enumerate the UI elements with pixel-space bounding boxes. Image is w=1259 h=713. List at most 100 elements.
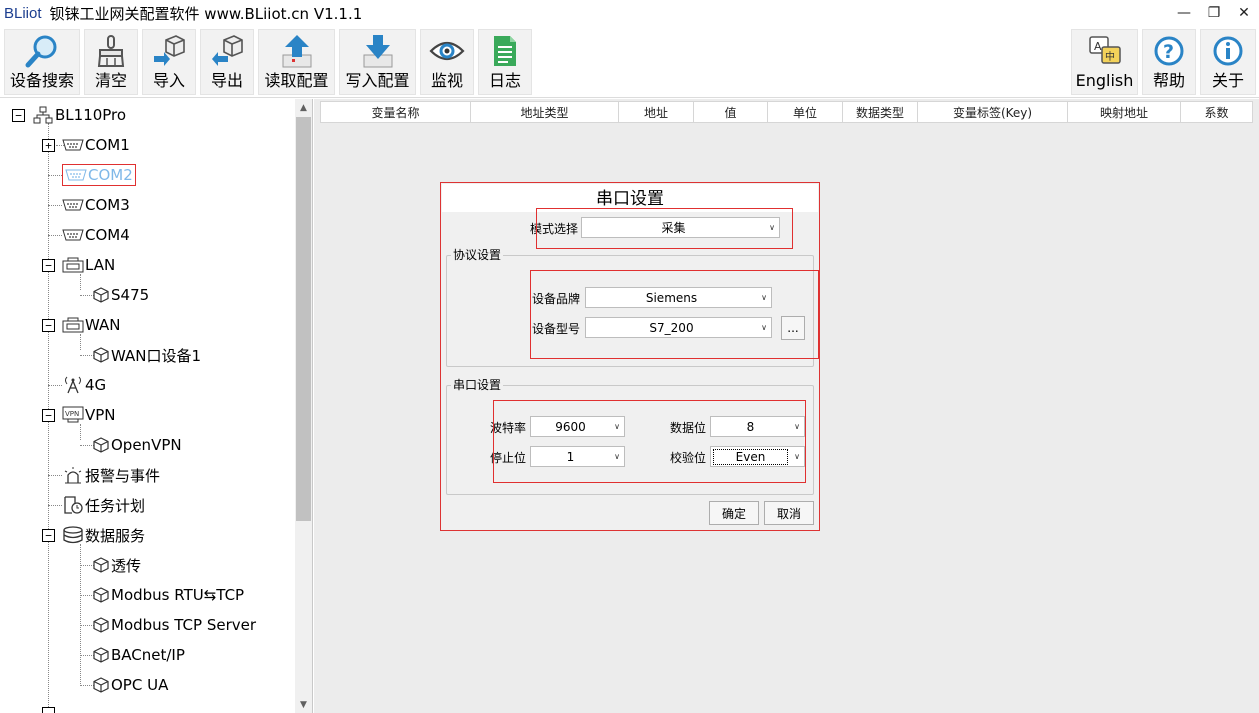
- tree-label: 任务计划: [85, 496, 146, 515]
- serial-group-legend: 串口设置: [451, 376, 504, 393]
- tree-item-opc-ua[interactable]: OPC UA: [92, 673, 168, 697]
- device-search-button[interactable]: 设备搜索: [4, 29, 80, 95]
- eye-icon: [427, 32, 467, 70]
- tree-item-passthrough[interactable]: 透传: [92, 553, 141, 577]
- alarm-icon: [62, 466, 84, 484]
- log-button[interactable]: 日志: [478, 29, 532, 95]
- english-button[interactable]: A中 English: [1071, 29, 1138, 95]
- tree-label: COM3: [85, 196, 130, 214]
- column-header[interactable]: 单位: [768, 102, 843, 122]
- tree-item-openvpn[interactable]: OpenVPN: [92, 433, 182, 457]
- tree-item-schedule[interactable]: 任务计划: [62, 493, 145, 517]
- serial-port-icon: [65, 166, 87, 184]
- tree-scrollbar[interactable]: ▲ ▼: [295, 99, 312, 713]
- toolbar-label: 日志: [488, 71, 521, 90]
- toolbar-label: 帮助: [1152, 71, 1185, 90]
- tree-label: COM4: [85, 226, 130, 244]
- tree-item-4g[interactable]: 4G: [62, 373, 106, 397]
- device-cube-icon: [92, 346, 110, 364]
- tree-item-modbus-rtu-tcp[interactable]: Modbus RTU⇆TCP: [92, 583, 244, 607]
- tree-label: BACnet/IP: [111, 646, 185, 664]
- tree-label: OPC UA: [111, 676, 169, 694]
- scroll-down-icon[interactable]: ▼: [295, 696, 312, 713]
- collapse-toggle[interactable]: −: [42, 409, 55, 422]
- tree-item-s475[interactable]: S475: [92, 283, 149, 307]
- tree-label: 4G: [85, 376, 107, 394]
- restore-button[interactable]: ❐: [1199, 0, 1229, 26]
- monitor-button[interactable]: 监视: [420, 29, 474, 95]
- highlight-box-mode: [536, 208, 793, 249]
- tree-item-lan[interactable]: LAN: [62, 253, 115, 277]
- tree-connector: [48, 475, 62, 476]
- read-config-button[interactable]: 读取配置: [258, 29, 335, 95]
- vpn-icon: VPN: [62, 406, 84, 424]
- serial-port-icon: [62, 196, 84, 214]
- window-title: 钡铼工业网关配置软件 www.BLiiot.cn V1.1.1: [49, 4, 363, 23]
- tree-item-com3[interactable]: COM3: [62, 193, 130, 217]
- collapse-toggle[interactable]: −: [12, 109, 25, 122]
- close-button[interactable]: ✕: [1229, 0, 1259, 26]
- column-header[interactable]: 变量标签(Key): [918, 102, 1068, 122]
- protocol-group-legend: 协议设置: [451, 246, 504, 263]
- ok-button[interactable]: 确定: [709, 501, 759, 525]
- tree-label: WAN: [85, 316, 121, 334]
- tree-label: BL110Pro: [55, 106, 127, 124]
- tree-item-vpn[interactable]: VPN VPN: [62, 403, 116, 427]
- collapse-toggle[interactable]: −: [42, 319, 55, 332]
- lan-port-icon: [62, 256, 84, 274]
- clear-button[interactable]: 清空: [84, 29, 138, 95]
- column-header[interactable]: 地址: [619, 102, 694, 122]
- tree-item-data-service[interactable]: 数据服务: [62, 523, 145, 547]
- import-button[interactable]: 导入: [142, 29, 196, 95]
- device-tree: − BL110Pro + COM1 COM2 COM3 COM4 − LAN S…: [0, 99, 313, 713]
- export-button[interactable]: 导出: [200, 29, 254, 95]
- magnifier-icon: [22, 32, 62, 70]
- schedule-icon: [62, 496, 84, 514]
- toolbar-label: 清空: [94, 71, 127, 90]
- tree-item-bacnet[interactable]: BACnet/IP: [92, 643, 185, 667]
- toolbar-label: English: [1075, 71, 1134, 90]
- device-cube-icon: [92, 586, 110, 604]
- expand-toggle[interactable]: +: [42, 139, 55, 152]
- tree-item-alarm[interactable]: 报警与事件: [62, 463, 160, 487]
- help-icon: ?: [1149, 32, 1189, 70]
- tree-item-modbus-tcp-server[interactable]: Modbus TCP Server: [92, 613, 256, 637]
- collapse-toggle[interactable]: −: [42, 707, 55, 713]
- info-icon: [1208, 32, 1248, 70]
- tree-connector: [48, 175, 62, 176]
- help-button[interactable]: ? 帮助: [1142, 29, 1196, 95]
- tree-label: LAN: [85, 256, 116, 274]
- column-header[interactable]: 数据类型: [843, 102, 918, 122]
- tree-item-wan[interactable]: WAN: [62, 313, 121, 337]
- toolbar-label: 关于: [1211, 71, 1244, 90]
- database-icon: [62, 526, 84, 544]
- tree-item-wan-device[interactable]: WAN口设备1: [92, 343, 201, 367]
- scroll-thumb[interactable]: [296, 117, 311, 521]
- tree-label: WAN口设备1: [111, 346, 202, 365]
- tree-label: Modbus RTU⇆TCP: [111, 586, 245, 604]
- column-header[interactable]: 变量名称: [321, 102, 471, 122]
- grid-header: 变量名称 地址类型 地址 值 单位 数据类型 变量标签(Key) 映射地址 系数: [320, 101, 1253, 123]
- write-config-button[interactable]: 写入配置: [339, 29, 416, 95]
- column-header[interactable]: 系数: [1181, 102, 1252, 122]
- cancel-button[interactable]: 取消: [764, 501, 814, 525]
- minimize-button[interactable]: —: [1169, 0, 1199, 26]
- highlight-box-serial: [493, 400, 806, 483]
- tree-root[interactable]: BL110Pro: [32, 103, 126, 127]
- tree-item-com4[interactable]: COM4: [62, 223, 130, 247]
- collapse-toggle[interactable]: −: [42, 529, 55, 542]
- tree-connector: [48, 385, 62, 386]
- column-header[interactable]: 值: [694, 102, 768, 122]
- tree-item-com2[interactable]: COM2: [62, 164, 136, 186]
- download-arrow-icon: [358, 32, 398, 70]
- tree-connector: [48, 235, 62, 236]
- scroll-up-icon[interactable]: ▲: [295, 99, 312, 116]
- column-header[interactable]: 地址类型: [471, 102, 619, 122]
- tree-item-com1[interactable]: COM1: [62, 133, 130, 157]
- device-cube-icon: [92, 436, 110, 454]
- about-button[interactable]: 关于: [1200, 29, 1256, 95]
- collapse-toggle[interactable]: −: [42, 259, 55, 272]
- language-icon: A中: [1085, 32, 1125, 70]
- column-header[interactable]: 映射地址: [1068, 102, 1181, 122]
- svg-text:VPN: VPN: [65, 410, 79, 418]
